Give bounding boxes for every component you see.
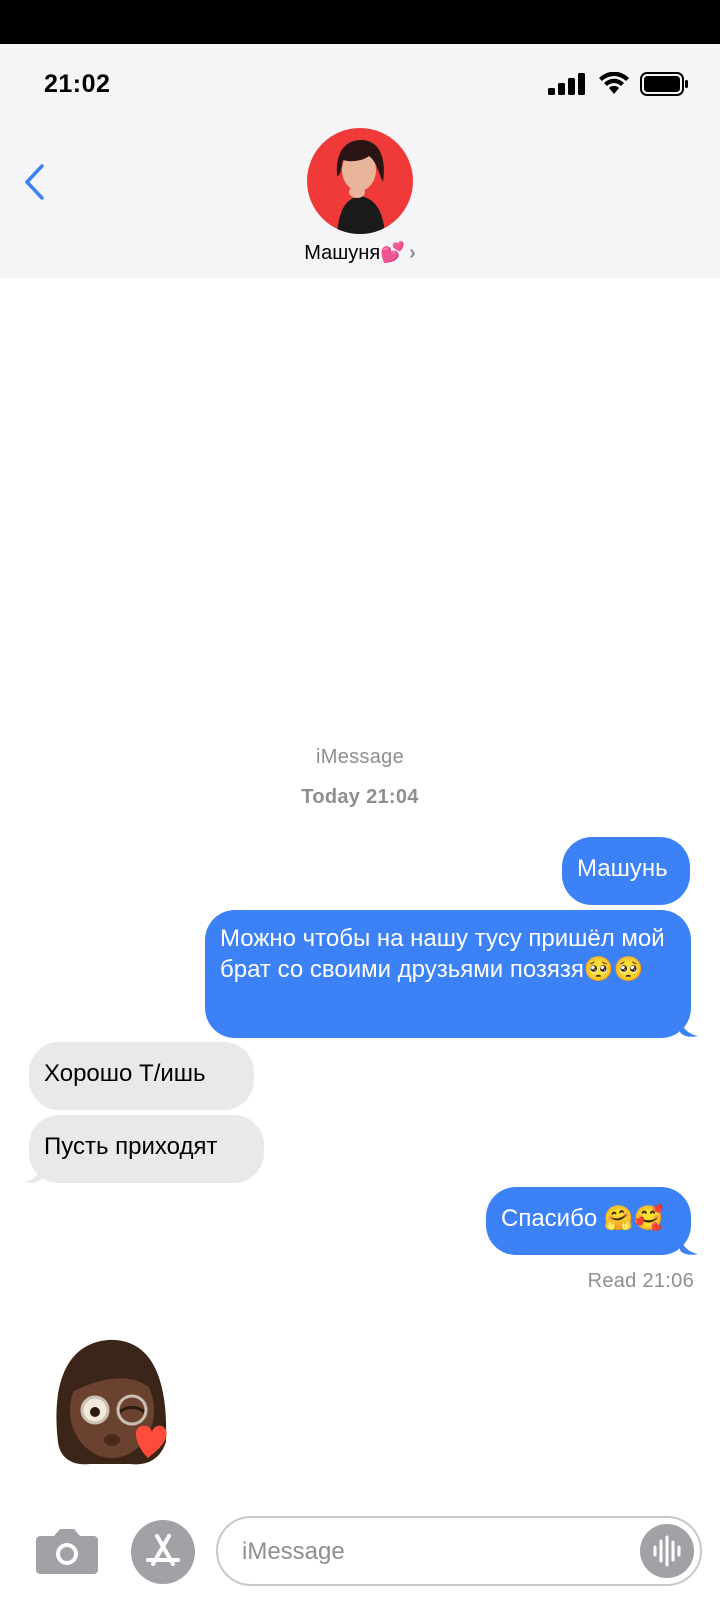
message-bubble-outgoing[interactable]: Можно чтобы на нашу тусу пришёл мой брат… [205, 910, 691, 1038]
audio-waveform-icon[interactable] [640, 1524, 694, 1578]
message-bubble-outgoing[interactable]: Машунь [562, 837, 690, 905]
message-bubble-incoming[interactable]: Хорошо Т/ишь [29, 1042, 254, 1110]
avatar[interactable] [307, 128, 413, 234]
timestamp-time: 21:04 [366, 786, 419, 808]
message-text: Спасибо 🤗🥰 [501, 1205, 664, 1232]
message-text: Можно чтобы на нашу тусу пришёл мой брат… [220, 925, 665, 983]
chevron-left-icon[interactable] [20, 162, 50, 202]
chevron-right-icon: › [409, 242, 416, 264]
cellular-signal-icon [548, 73, 585, 95]
read-receipt: Read 21:06 [587, 1270, 694, 1292]
status-icons [548, 72, 690, 96]
contact-name-label: Машуня💕 [304, 242, 406, 264]
message-input[interactable]: iMessage [216, 1516, 702, 1586]
service-label: iMessage [316, 746, 404, 768]
bubble-tail [24, 1164, 42, 1183]
timestamp-day: Today [301, 786, 361, 808]
message-text: Машунь [577, 855, 668, 882]
conversation-header: 21:02 Машуня💕 › [0, 44, 720, 278]
status-time: 21:02 [44, 70, 111, 98]
message-bubble-outgoing[interactable]: Спасибо 🤗🥰 [486, 1187, 691, 1255]
contact-name[interactable]: Машуня💕 › [0, 240, 720, 265]
message-text: Хорошо Т/ишь [44, 1060, 206, 1087]
app-store-icon[interactable] [131, 1520, 195, 1584]
top-black-bar [0, 0, 720, 44]
message-input-placeholder: iMessage [242, 1538, 345, 1565]
wifi-icon [599, 72, 629, 94]
thread-timestamp: Today 21:04 [0, 786, 720, 809]
bubble-tail [680, 1018, 698, 1037]
message-bubble-incoming[interactable]: Пусть приходят [29, 1115, 264, 1183]
message-text: Пусть приходят [44, 1133, 218, 1160]
memoji-sticker[interactable] [50, 1332, 174, 1472]
camera-icon[interactable] [36, 1526, 98, 1574]
bubble-tail [680, 1236, 698, 1255]
battery-icon [640, 72, 688, 96]
